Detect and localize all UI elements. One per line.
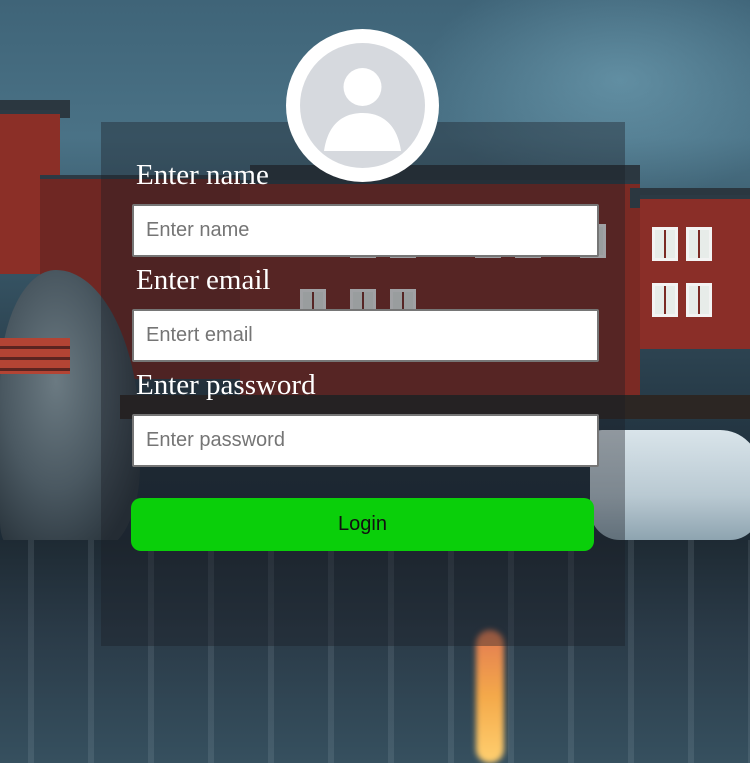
house-window: [652, 283, 678, 317]
house-window: [686, 227, 712, 261]
email-input[interactable]: [132, 309, 599, 362]
red-house: [640, 195, 750, 349]
light-reflection: [476, 630, 504, 763]
password-label: Enter password: [136, 369, 316, 401]
house-window: [652, 227, 678, 261]
house-window: [686, 283, 712, 317]
avatar: [286, 29, 439, 182]
user-avatar-icon: [300, 43, 425, 168]
login-button[interactable]: Login: [131, 498, 594, 551]
email-label: Enter email: [136, 264, 271, 296]
password-input[interactable]: [132, 414, 599, 467]
red-bench: [0, 338, 70, 374]
name-label: Enter name: [136, 159, 269, 191]
name-input[interactable]: [132, 204, 599, 257]
